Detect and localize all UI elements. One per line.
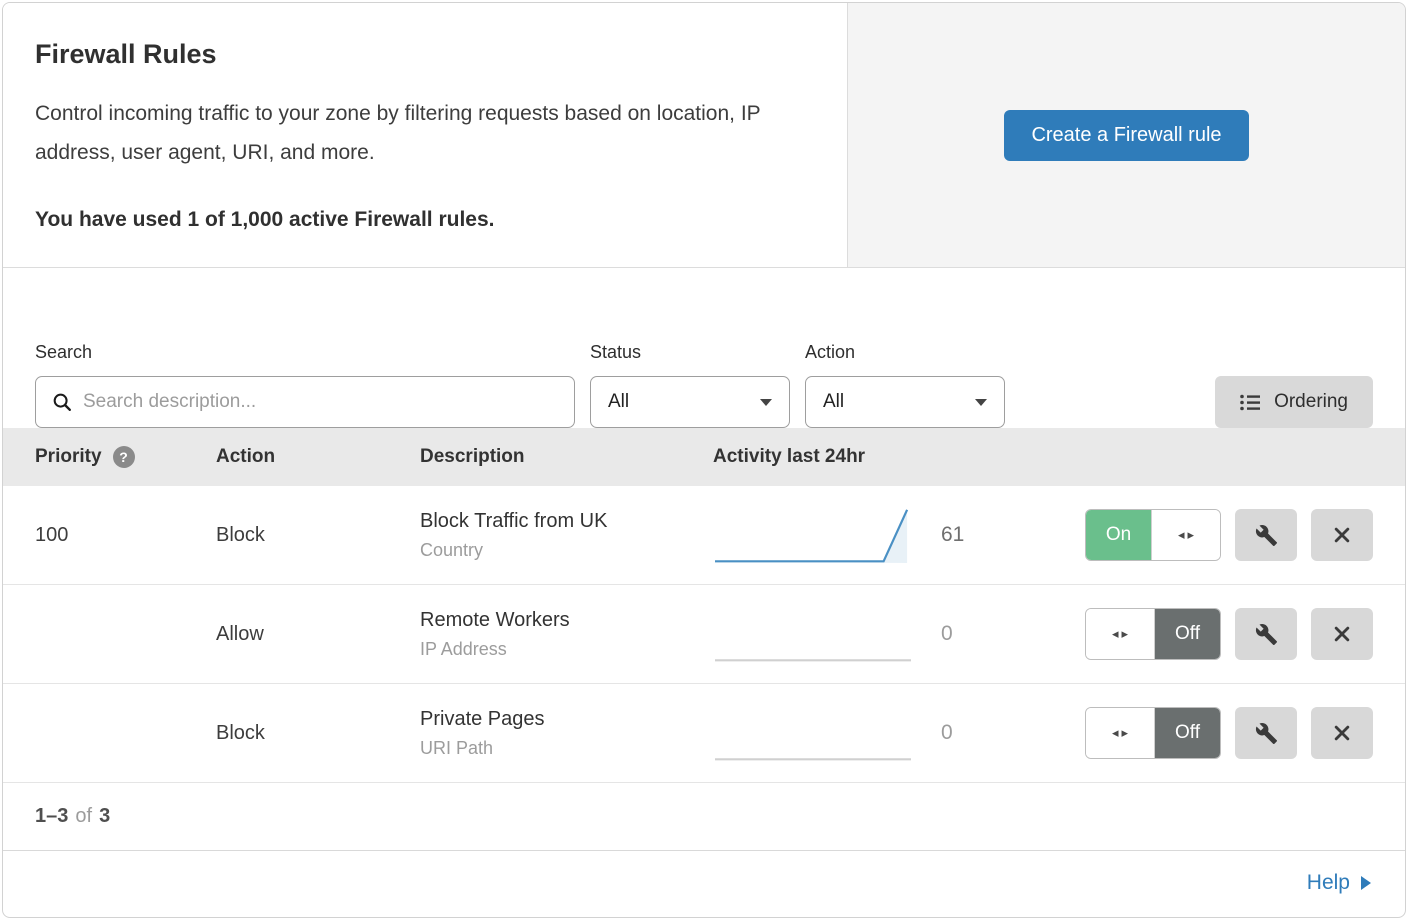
close-icon bbox=[1332, 624, 1352, 644]
range-start-end: 1–3 bbox=[35, 805, 68, 828]
search-label: Search bbox=[35, 342, 575, 363]
search-input-container bbox=[35, 376, 575, 428]
status-filter-group: Status All bbox=[590, 342, 790, 428]
column-activity: Activity last 24hr bbox=[713, 446, 1373, 468]
toggle-drag-handle-icon: ◂▸ bbox=[1086, 609, 1155, 659]
search-icon bbox=[51, 391, 73, 413]
ordering-button[interactable]: Ordering bbox=[1215, 376, 1373, 428]
wrench-icon bbox=[1255, 722, 1278, 745]
row-controls: Off ◂▸ bbox=[1085, 707, 1373, 759]
table-row: 100 Block Block Traffic from UK Country … bbox=[3, 486, 1405, 585]
column-description: Description bbox=[420, 446, 713, 468]
toggle-drag-handle-icon: ◂▸ bbox=[1151, 510, 1220, 560]
table-row: Block Private Pages URI Path 0 Off ◂▸ bbox=[3, 684, 1405, 783]
action-value: Block bbox=[216, 524, 420, 547]
action-value: Block bbox=[216, 722, 420, 745]
activity-count: 61 bbox=[941, 523, 1011, 547]
status-label: Status bbox=[590, 342, 790, 363]
page-title: Firewall Rules bbox=[35, 39, 815, 70]
header-action-panel: Create a Firewall rule bbox=[848, 3, 1405, 267]
help-question-icon[interactable]: ? bbox=[113, 446, 135, 468]
range-total: 3 bbox=[99, 805, 110, 828]
action-value: Allow bbox=[216, 623, 420, 646]
search-group: Search bbox=[35, 342, 575, 428]
range-of-text: of bbox=[75, 805, 92, 828]
chevron-down-icon bbox=[975, 399, 987, 406]
description-cell: Block Traffic from UK Country bbox=[420, 510, 713, 561]
firewall-rules-card: Firewall Rules Control incoming traffic … bbox=[2, 2, 1406, 918]
action-filter-group: Action All bbox=[805, 342, 1005, 428]
rule-match-type: Country bbox=[420, 540, 713, 561]
status-toggle[interactable]: On ◂▸ bbox=[1085, 509, 1221, 561]
arrow-right-icon bbox=[1361, 876, 1371, 890]
rule-description: Private Pages bbox=[420, 708, 713, 731]
page-description: Control incoming traffic to your zone by… bbox=[35, 94, 810, 172]
edit-rule-button[interactable] bbox=[1235, 707, 1297, 759]
column-action: Action bbox=[216, 446, 420, 468]
activity-sparkline bbox=[713, 703, 913, 763]
toggle-state-label: Off bbox=[1155, 609, 1220, 659]
row-controls: On ◂▸ bbox=[1085, 509, 1373, 561]
rule-description: Block Traffic from UK bbox=[420, 510, 713, 533]
toggle-state-label: On bbox=[1086, 510, 1151, 560]
status-selected-value: All bbox=[608, 391, 629, 413]
header-text-panel: Firewall Rules Control incoming traffic … bbox=[3, 3, 848, 267]
help-bar: Help bbox=[3, 851, 1405, 915]
action-selected-value: All bbox=[823, 391, 844, 413]
action-label: Action bbox=[805, 342, 1005, 363]
help-link-label: Help bbox=[1307, 871, 1350, 895]
toggle-drag-handle-icon: ◂▸ bbox=[1086, 708, 1155, 758]
pagination-range: 1–3 of 3 bbox=[3, 783, 1405, 851]
delete-rule-button[interactable] bbox=[1311, 707, 1373, 759]
activity-count: 0 bbox=[941, 622, 1011, 646]
activity-cell: 0 Off ◂▸ bbox=[713, 585, 1373, 683]
activity-cell: 61 On ◂▸ bbox=[713, 486, 1373, 584]
create-firewall-rule-button[interactable]: Create a Firewall rule bbox=[1004, 110, 1248, 161]
rule-match-type: URI Path bbox=[420, 738, 713, 759]
rule-match-type: IP Address bbox=[420, 639, 713, 660]
priority-header-label: Priority bbox=[35, 446, 102, 468]
delete-rule-button[interactable] bbox=[1311, 509, 1373, 561]
activity-sparkline bbox=[713, 505, 913, 565]
usage-note: You have used 1 of 1,000 active Firewall… bbox=[35, 208, 815, 232]
activity-cell: 0 Off ◂▸ bbox=[713, 684, 1373, 782]
edit-rule-button[interactable] bbox=[1235, 608, 1297, 660]
status-toggle[interactable]: Off ◂▸ bbox=[1085, 608, 1221, 660]
table-row: Allow Remote Workers IP Address 0 Off ◂▸ bbox=[3, 585, 1405, 684]
wrench-icon bbox=[1255, 623, 1278, 646]
description-cell: Private Pages URI Path bbox=[420, 708, 713, 759]
close-icon bbox=[1332, 723, 1352, 743]
filter-bar: Search Status All Action All bbox=[3, 268, 1405, 428]
priority-value: 100 bbox=[35, 524, 216, 547]
column-priority: Priority ? bbox=[35, 446, 216, 468]
chevron-down-icon bbox=[760, 399, 772, 406]
header: Firewall Rules Control incoming traffic … bbox=[3, 3, 1405, 268]
wrench-icon bbox=[1255, 524, 1278, 547]
status-select[interactable]: All bbox=[590, 376, 790, 428]
table-header: Priority ? Action Description Activity l… bbox=[3, 428, 1405, 486]
ordering-button-label: Ordering bbox=[1274, 391, 1348, 413]
edit-rule-button[interactable] bbox=[1235, 509, 1297, 561]
activity-sparkline bbox=[713, 604, 913, 664]
toggle-state-label: Off bbox=[1155, 708, 1220, 758]
row-controls: Off ◂▸ bbox=[1085, 608, 1373, 660]
activity-count: 0 bbox=[941, 721, 1011, 745]
rule-description: Remote Workers bbox=[420, 609, 713, 632]
action-select[interactable]: All bbox=[805, 376, 1005, 428]
description-cell: Remote Workers IP Address bbox=[420, 609, 713, 660]
search-input[interactable] bbox=[83, 391, 559, 413]
list-icon bbox=[1240, 394, 1261, 411]
status-toggle[interactable]: Off ◂▸ bbox=[1085, 707, 1221, 759]
help-link[interactable]: Help bbox=[1307, 871, 1371, 895]
close-icon bbox=[1332, 525, 1352, 545]
delete-rule-button[interactable] bbox=[1311, 608, 1373, 660]
